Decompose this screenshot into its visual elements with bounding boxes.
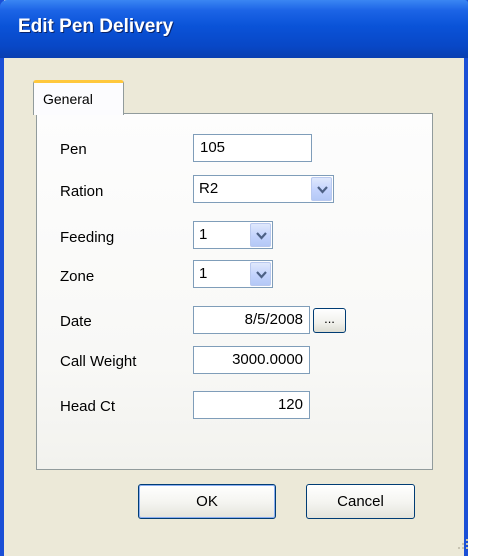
zone-select[interactable]: 1 [193, 260, 273, 288]
feeding-value: 1 [199, 226, 208, 243]
call-weight-label: Call Weight [60, 353, 137, 370]
feeding-label: Feeding [60, 229, 115, 246]
ok-button[interactable]: OK [138, 484, 276, 519]
window-title: Edit Pen Delivery [18, 16, 174, 37]
feeding-select[interactable]: 1 [193, 221, 273, 249]
chevron-down-icon[interactable] [250, 262, 271, 286]
head-ct-label: Head Ct [60, 398, 116, 415]
head-ct-field[interactable]: 120 [193, 391, 310, 419]
ration-label: Ration [60, 183, 104, 200]
pen-label: Pen [60, 141, 87, 158]
chevron-down-icon[interactable] [311, 177, 332, 201]
ration-value: R2 [199, 180, 219, 197]
resize-grip-icon[interactable] [457, 538, 469, 550]
ration-select[interactable]: R2 [193, 175, 334, 203]
tab-general-label: General [43, 91, 93, 107]
date-label: Date [60, 313, 92, 330]
zone-value: 1 [199, 265, 208, 282]
tab-general[interactable]: General [33, 80, 124, 115]
call-weight-field[interactable]: 3000.0000 [193, 346, 310, 374]
title-bar[interactable]: Edit Pen Delivery [0, 0, 468, 58]
chevron-down-icon[interactable] [250, 223, 271, 247]
date-browse-button[interactable]: ... [313, 308, 346, 333]
date-field[interactable]: 8/5/2008 [193, 306, 310, 334]
pen-field[interactable]: 105 [193, 134, 312, 162]
zone-label: Zone [60, 268, 95, 285]
cancel-button[interactable]: Cancel [306, 484, 415, 519]
